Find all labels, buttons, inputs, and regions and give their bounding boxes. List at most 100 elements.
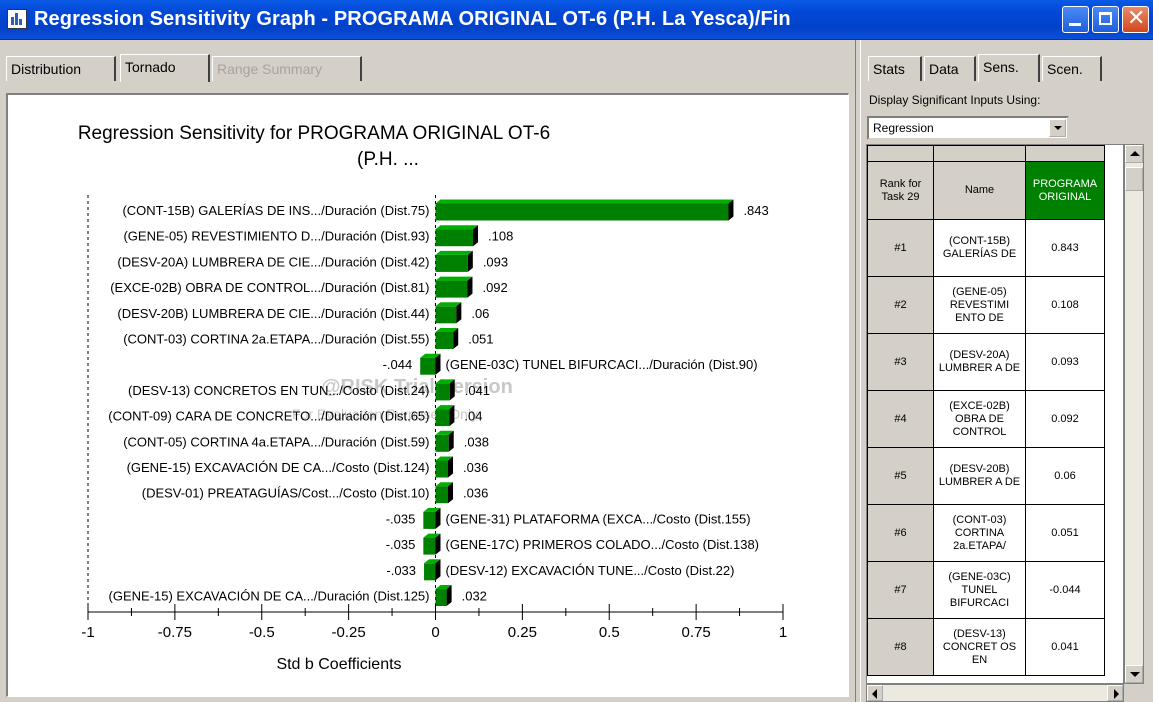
tab-label: Tornado bbox=[125, 59, 176, 75]
maximize-button[interactable] bbox=[1092, 6, 1119, 33]
value-cell: 0.041 bbox=[1025, 618, 1105, 676]
tornado-bar bbox=[424, 563, 436, 581]
x-tick-label: 0.25 bbox=[508, 624, 537, 641]
value-cell: 0.051 bbox=[1025, 504, 1105, 562]
tab-stats[interactable]: Stats bbox=[868, 56, 922, 81]
table-row[interactable]: #8 (DESV-13) CONCRET OS EN 0.041 bbox=[867, 618, 1105, 676]
bar-value-label: .843 bbox=[743, 203, 768, 218]
chevron-down-icon[interactable] bbox=[1049, 119, 1066, 137]
bar-value-label: .036 bbox=[463, 460, 488, 475]
bar-value-label: .092 bbox=[482, 280, 507, 295]
tab-label: Data bbox=[929, 61, 959, 77]
bar-value-label: -.035 bbox=[386, 511, 416, 526]
tab-distribution[interactable]: Distribution bbox=[6, 56, 116, 81]
table-row[interactable]: #1 (CONT-15B) GALERÍAS DE 0.843 bbox=[867, 219, 1105, 277]
bar-value-label: .036 bbox=[463, 486, 488, 501]
chevron-down-icon bbox=[1130, 672, 1140, 677]
vertical-scrollbar[interactable] bbox=[1124, 144, 1144, 684]
grid-col-marker bbox=[933, 145, 1026, 162]
tab-tornado[interactable]: Tornado bbox=[120, 54, 210, 82]
right-tab-strip: Stats Data Sens. Scen. bbox=[868, 40, 1148, 82]
tornado-bar bbox=[423, 511, 436, 529]
bar-category-label: (GENE-31) PLATAFORMA (EXCA.../Costo (Dis… bbox=[446, 511, 751, 526]
table-row[interactable]: #3 (DESV-20A) LUMBRER A DE 0.093 bbox=[867, 333, 1105, 391]
rank-cell: #1 bbox=[867, 219, 934, 277]
table-row[interactable]: #2 (GENE-05) REVESTIMI ENTO DE 0.108 bbox=[867, 276, 1105, 334]
scroll-right-button[interactable] bbox=[1107, 685, 1123, 701]
bar-category-label: (GENE-03C) TUNEL BIFURCACI.../Duración (… bbox=[446, 357, 758, 372]
bar-top bbox=[435, 250, 473, 255]
tornado-bar bbox=[435, 229, 474, 247]
x-tick-label: -1 bbox=[81, 624, 94, 641]
tab-data[interactable]: Data bbox=[924, 56, 976, 81]
app-icon[interactable] bbox=[7, 9, 27, 29]
rank-cell: #2 bbox=[867, 276, 934, 334]
rank-cell: #4 bbox=[867, 390, 934, 448]
tab-label: Range Summary bbox=[217, 61, 323, 77]
x-axis-label: Std b Coefficients bbox=[276, 656, 401, 673]
rank-cell: #7 bbox=[867, 561, 934, 619]
name-cell: (DESV-20B) LUMBRER A DE bbox=[933, 447, 1026, 505]
bar-category-label: (CONT-03) CORTINA 2a.ETAPA.../Duración (… bbox=[123, 332, 429, 347]
tornado-bar bbox=[423, 537, 436, 555]
sensitivity-grid: Rank for Task 29 Name PROGRAMA ORIGINAL … bbox=[866, 144, 1124, 684]
bar-category-label: (GENE-17C) PRIMEROS COLADO.../Costo (Dis… bbox=[446, 537, 760, 552]
rank-cell: #8 bbox=[867, 618, 934, 676]
tab-label: Sens. bbox=[983, 59, 1019, 75]
bar-value-label: .032 bbox=[462, 589, 487, 604]
tab-label: Stats bbox=[873, 61, 905, 77]
x-tick-label: -0.5 bbox=[249, 624, 275, 641]
tornado-bar bbox=[435, 203, 729, 221]
horizontal-scrollbar[interactable] bbox=[866, 684, 1124, 702]
x-tick-label: -0.25 bbox=[332, 624, 366, 641]
scroll-down-button[interactable] bbox=[1125, 665, 1143, 683]
tornado-bar bbox=[435, 409, 450, 427]
tornado-chart: Regression Sensitivity for PROGRAMA ORIG… bbox=[78, 123, 787, 673]
bar-value-label: .038 bbox=[464, 434, 489, 449]
tornado-bar bbox=[435, 383, 450, 401]
minimize-button[interactable] bbox=[1062, 6, 1089, 33]
panel-splitter[interactable] bbox=[855, 40, 861, 702]
table-row[interactable]: #6 (CONT-03) CORTINA 2a.ETAPA/0.051 bbox=[867, 504, 1105, 562]
bar-value-label: .093 bbox=[483, 254, 508, 269]
value-cell: 0.092 bbox=[1025, 390, 1105, 448]
title-bar: Regression Sensitivity Graph - PROGRAMA … bbox=[0, 0, 1153, 40]
tornado-bar bbox=[435, 434, 449, 452]
chevron-right-icon bbox=[1114, 689, 1119, 699]
bar-category-label: (CONT-09) CARA DE CONCRETO.../Duración (… bbox=[108, 409, 429, 424]
x-tick-label: 0.5 bbox=[599, 624, 620, 641]
method-select-value: Regression bbox=[873, 121, 934, 135]
scroll-up-button[interactable] bbox=[1125, 145, 1143, 163]
bar-value-label: .051 bbox=[468, 332, 493, 347]
tornado-bar bbox=[435, 306, 457, 324]
table-row[interactable]: #7 (GENE-03C) TUNEL BIFURCACI -0.044 bbox=[867, 561, 1105, 619]
bar-value-label: .04 bbox=[464, 409, 482, 424]
close-button[interactable]: ✕ bbox=[1122, 6, 1149, 33]
rank-cell: #6 bbox=[867, 504, 934, 562]
bar-top bbox=[435, 276, 473, 281]
table-row[interactable]: #5 (DESV-20B) LUMBRER A DE 0.06 bbox=[867, 447, 1105, 505]
method-select[interactable]: Regression bbox=[867, 116, 1069, 140]
x-tick-label: 0.75 bbox=[682, 624, 711, 641]
scroll-left-button[interactable] bbox=[867, 685, 883, 701]
bar-value-label: -.044 bbox=[383, 357, 413, 372]
tab-range-summary[interactable]: Range Summary bbox=[212, 56, 362, 81]
bar-category-label: (GENE-05) REVESTIMIENTO D.../Duración (D… bbox=[123, 229, 429, 244]
value-cell: 0.093 bbox=[1025, 333, 1105, 391]
name-cell: (CONT-15B) GALERÍAS DE bbox=[933, 219, 1026, 277]
table-row[interactable]: #4 (EXCE-02B) OBRA DE CONTROL 0.092 bbox=[867, 390, 1105, 448]
x-tick-label: 1 bbox=[779, 624, 787, 641]
scroll-thumb[interactable] bbox=[1125, 167, 1143, 191]
name-cell: (DESV-13) CONCRET OS EN bbox=[933, 618, 1026, 676]
display-inputs-label: Display Significant Inputs Using: bbox=[869, 93, 1041, 107]
close-icon: ✕ bbox=[1127, 6, 1146, 31]
chart-subtitle: (P.H. ... bbox=[357, 149, 419, 170]
tab-scen[interactable]: Scen. bbox=[1042, 56, 1102, 81]
bar-category-label: (EXCE-02B) OBRA DE CONTROL.../Duración (… bbox=[110, 280, 429, 295]
name-cell: (GENE-05) REVESTIMI ENTO DE bbox=[933, 276, 1026, 334]
grid-col-marker bbox=[1025, 145, 1105, 162]
bar-value-label: -.033 bbox=[386, 563, 416, 578]
tab-sens[interactable]: Sens. bbox=[978, 54, 1040, 82]
grid-corner bbox=[867, 145, 934, 162]
bar-value-label: .041 bbox=[465, 383, 490, 398]
